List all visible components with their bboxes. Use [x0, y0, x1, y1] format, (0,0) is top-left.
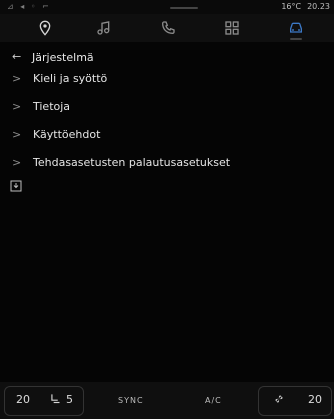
- fan-level[interactable]: 5: [66, 393, 73, 406]
- menu-item-label: Tietoja: [33, 100, 71, 113]
- music-note-icon: [97, 21, 110, 35]
- car-icon: [290, 22, 302, 33]
- sync-button[interactable]: SYNC: [118, 396, 144, 405]
- settings-content: ← Järjestelmä > Kieli ja syöttö > Tietoj…: [0, 42, 334, 382]
- climate-bar: 20 5 SYNC A/C 20: [0, 382, 334, 419]
- active-tab-indicator: [290, 38, 302, 40]
- download-icon[interactable]: [10, 180, 22, 192]
- chevron-right-icon: >: [12, 156, 22, 169]
- chevron-right-icon: >: [12, 100, 22, 113]
- nav-phone[interactable]: [148, 14, 188, 42]
- ac-button[interactable]: A/C: [205, 396, 222, 405]
- outside-temperature: 16°C: [281, 2, 302, 11]
- page-title: Järjestelmä: [32, 51, 94, 64]
- back-arrow-icon[interactable]: ←: [12, 50, 21, 63]
- status-right: 16°C 20.23: [281, 2, 330, 11]
- page-header: ← Järjestelmä: [0, 50, 334, 68]
- status-handle[interactable]: [170, 7, 198, 9]
- menu-item-terms[interactable]: > Käyttöehdot: [0, 124, 334, 148]
- top-navigation: [0, 14, 334, 42]
- location-pin-icon: [39, 20, 51, 36]
- status-bar: ⊿ ◂ ◦ ⌐ 16°C 20.23: [0, 0, 334, 14]
- nav-navigation[interactable]: [25, 14, 65, 42]
- nav-music[interactable]: [84, 14, 124, 42]
- chevron-right-icon: >: [12, 128, 22, 141]
- menu-item-label: Tehdasasetusten palautusasetukset: [33, 156, 231, 169]
- status-icons: ⊿ ◂ ◦ ⌐: [7, 2, 51, 11]
- menu-item-language-input[interactable]: > Kieli ja syöttö: [0, 68, 334, 92]
- menu-item-label: Käyttöehdot: [33, 128, 101, 141]
- menu-item-factory-reset[interactable]: > Tehdasasetusten palautusasetukset: [0, 152, 334, 176]
- menu-item-label: Kieli ja syöttö: [33, 72, 108, 85]
- fan-icon[interactable]: [272, 392, 286, 406]
- nav-vehicle[interactable]: [276, 14, 316, 42]
- chevron-right-icon: >: [12, 72, 22, 85]
- right-temperature[interactable]: 20: [308, 393, 322, 406]
- seat-heat-icon[interactable]: [49, 392, 63, 406]
- left-temperature[interactable]: 20: [16, 393, 30, 406]
- nav-apps[interactable]: [212, 14, 252, 42]
- clock: 20.23: [307, 2, 330, 11]
- menu-item-info[interactable]: > Tietoja: [0, 96, 334, 120]
- grid-icon: [225, 21, 239, 35]
- phone-icon: [161, 21, 175, 35]
